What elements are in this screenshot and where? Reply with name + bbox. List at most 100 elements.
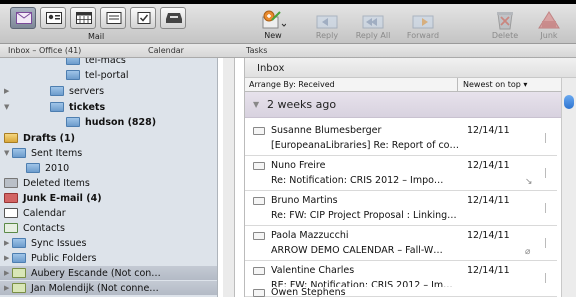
envelope-icon [253, 289, 265, 297]
folder-sidebar: tel-macs tel-portal ▶ servers ▼ tickets … [0, 58, 218, 297]
clipboard-check-icon [137, 12, 151, 24]
note-icon [106, 12, 122, 24]
message-list-scrollbar[interactable] [561, 78, 576, 297]
disclosure-triangle-icon[interactable]: ▼ [4, 149, 12, 157]
message-row[interactable]: Bruno Martins 12/14/11 Re: FW: CIP Proje… [245, 192, 557, 226]
sidebar-item-junk-email[interactable]: Junk E-mail (4) [4, 191, 102, 205]
tab-calendar[interactable]: Calendar [148, 46, 184, 55]
page-title: Inbox [257, 63, 285, 74]
message-date: 12/14/11 [467, 160, 510, 171]
message-row[interactable]: Susanne Blumesberger 12/14/11 [Europeana… [245, 122, 557, 156]
reply-all-icon [360, 8, 386, 30]
flag-icon[interactable] [545, 203, 553, 213]
notes-view-button[interactable] [100, 7, 126, 29]
toolbar: Mail New Reply Reply All Forward Delete [0, 4, 576, 44]
junk-label: Junk [540, 31, 558, 40]
sidebar-item-deleted-items[interactable]: Deleted Items [4, 176, 90, 190]
drafts-icon [4, 133, 18, 143]
new-button[interactable]: New [246, 6, 300, 44]
trash-icon [4, 178, 18, 188]
archive-view-button[interactable] [160, 7, 186, 29]
folder-icon [26, 163, 40, 173]
message-row[interactable]: Nuno Freire 12/14/11 Re: Notification: C… [245, 157, 557, 191]
sidebar-item-drafts[interactable]: Drafts (1) [4, 131, 75, 145]
flag-icon[interactable] [545, 133, 553, 143]
envelope-icon [16, 12, 32, 24]
disclosure-triangle-icon[interactable]: ▶ [4, 239, 12, 247]
tab-tasks[interactable]: Tasks [246, 46, 267, 55]
sidebar-item-servers[interactable]: ▶ servers [4, 84, 104, 98]
flag-icon[interactable] [545, 168, 553, 178]
envelope-icon [253, 197, 265, 205]
sidebar-item-jan-molendijk[interactable]: ▶ Jan Molendijk (Not conne… [0, 281, 217, 295]
message-date: 12/14/11 [467, 195, 510, 206]
sort-order-label: Newest on top [463, 80, 521, 89]
folder-icon [66, 70, 80, 80]
sidebar-item-calendar[interactable]: Calendar [4, 206, 66, 220]
message-sender: Bruno Martins [271, 195, 338, 206]
message-row[interactable]: Owen Stephens [245, 287, 557, 298]
forward-button[interactable]: Forward [396, 6, 450, 44]
message-sender: Valentine Charles [271, 265, 355, 276]
new-label: New [264, 31, 282, 40]
disclosure-triangle-icon[interactable]: ▼ [253, 100, 259, 109]
message-sender: Paola Mazzucchi [271, 230, 349, 241]
message-list-pane: Inbox Arrange By: Received Newest on top… [244, 58, 576, 298]
sidebar-item-contacts[interactable]: Contacts [4, 221, 65, 235]
sidebar-item-tickets[interactable]: ▼ tickets [4, 100, 105, 114]
mail-caption: Mail [88, 32, 105, 41]
tab-strip: Inbox – Office (41) Calendar Tasks [0, 44, 576, 58]
envelope-icon [253, 267, 265, 275]
junk-button[interactable]: Junk [522, 6, 576, 44]
folder-icon [66, 58, 80, 65]
disclosure-triangle-icon[interactable]: ▼ [4, 103, 12, 111]
arrange-by-control[interactable]: Arrange By: Received [249, 80, 335, 89]
disclosure-triangle-icon[interactable]: ▶ [4, 284, 12, 292]
sidebar-item-2010[interactable]: 2010 [26, 161, 69, 175]
sidebar-item-sync-issues[interactable]: ▶ Sync Issues [4, 236, 86, 250]
calendar-icon [4, 208, 18, 218]
scrollbar-thumb[interactable] [564, 95, 574, 109]
message-subject: [EuropeanaLibraries] Re: Report of co… [271, 140, 459, 151]
disclosure-triangle-icon[interactable]: ▶ [4, 87, 12, 95]
group-label: 2 weeks ago [267, 98, 337, 111]
contacts-view-button[interactable] [40, 7, 66, 29]
mail-view-button[interactable] [10, 7, 36, 29]
tab-inbox-office[interactable]: Inbox – Office (41) [8, 46, 81, 55]
reply-icon [314, 8, 340, 30]
sidebar-item-sent-items[interactable]: ▼ Sent Items [4, 146, 82, 160]
calendar-view-button[interactable] [70, 7, 96, 29]
contacts-icon [4, 223, 18, 233]
inbox-tray-icon [166, 13, 182, 23]
folder-icon [66, 117, 80, 127]
reply-all-button[interactable]: Reply All [346, 6, 400, 44]
tasks-view-button[interactable] [130, 7, 156, 29]
flag-icon[interactable] [545, 273, 553, 283]
message-row[interactable]: Paola Mazzucchi 12/14/11 ARROW DEMO CALE… [245, 227, 557, 261]
inbox-header: Inbox [245, 58, 576, 78]
arrange-bar: Arrange By: Received Newest on top ▾ [245, 78, 576, 92]
account-icon [12, 283, 26, 293]
sort-order-control[interactable]: Newest on top ▾ [457, 78, 565, 92]
sidebar-item-public-folders[interactable]: ▶ Public Folders [4, 251, 96, 265]
junk-mail-icon [536, 8, 562, 30]
message-subject: ARROW DEMO CALENDAR – Fall-W… [271, 245, 443, 256]
sidebar-item-hudson[interactable]: hudson (828) [66, 115, 156, 129]
flag-icon[interactable] [545, 238, 553, 248]
sidebar-scrollbar[interactable] [223, 58, 235, 297]
sidebar-item-tel-portal[interactable]: tel-portal [66, 68, 129, 82]
disclosure-triangle-icon[interactable]: ▶ [4, 254, 12, 262]
envelope-icon [253, 162, 265, 170]
sidebar-item-aubery-escande[interactable]: ▶ Aubery Escande (Not con… [0, 266, 217, 280]
sent-folder-icon [12, 148, 26, 158]
forward-icon [410, 8, 436, 30]
public-folder-icon [12, 253, 26, 263]
message-sender: Susanne Blumesberger [271, 125, 382, 136]
reply-all-label: Reply All [355, 31, 391, 40]
sidebar-item-tel-macs[interactable]: tel-macs [66, 58, 126, 67]
message-date: 12/14/11 [467, 265, 510, 276]
group-header[interactable]: ▼ 2 weeks ago [245, 92, 561, 118]
message-sender: Owen Stephens [271, 287, 346, 298]
address-card-icon [46, 12, 62, 24]
disclosure-triangle-icon[interactable]: ▶ [4, 269, 12, 277]
